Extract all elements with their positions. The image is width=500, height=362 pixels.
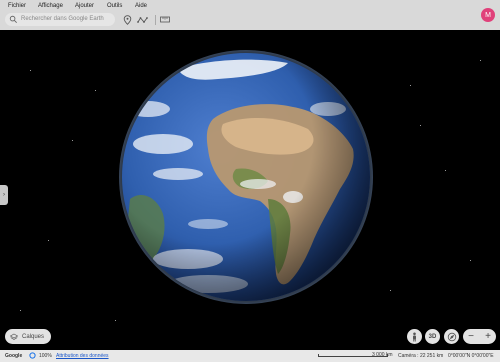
zoom-out-button[interactable]: −	[463, 329, 479, 344]
layers-icon	[10, 333, 18, 340]
scale-bar	[318, 354, 388, 357]
map-view[interactable]	[0, 30, 500, 350]
3d-toggle-button[interactable]: 3D	[425, 329, 440, 344]
google-logo: Google	[5, 353, 23, 359]
measure-button[interactable]	[159, 14, 170, 25]
layers-button[interactable]: Calques	[5, 329, 51, 344]
search-icon	[9, 15, 17, 23]
zoom-control: − +	[463, 329, 496, 344]
layers-label: Calques	[22, 333, 45, 340]
compass-button[interactable]	[444, 329, 459, 344]
zoom-percent: 100%	[39, 353, 52, 359]
toolbar: Rechercher dans Google Earth	[0, 12, 500, 30]
menu-file[interactable]: Fichier	[8, 3, 26, 9]
search-input[interactable]: Rechercher dans Google Earth	[5, 13, 115, 26]
path-icon	[137, 16, 148, 23]
earth-globe[interactable]	[118, 49, 374, 305]
account-avatar[interactable]: M	[481, 8, 495, 22]
data-attribution-link[interactable]: Attribution des données	[56, 353, 109, 359]
coordinates: 0°00'00"N 0°00'00"E	[448, 353, 494, 359]
status-bar: Google 100% Attribution des données 3 00…	[0, 350, 500, 362]
side-panel-toggle[interactable]: ›	[0, 185, 8, 205]
menu-bar: Fichier Affichage Ajouter Outils Aide	[0, 0, 500, 12]
ruler-icon	[159, 16, 170, 23]
top-bar: Fichier Affichage Ajouter Outils Aide Re…	[0, 0, 500, 30]
search-placeholder: Rechercher dans Google Earth	[21, 16, 104, 22]
path-button[interactable]	[137, 14, 148, 25]
chevron-right-icon: ›	[3, 192, 5, 198]
loading-indicator-icon	[29, 352, 36, 361]
menu-view[interactable]: Affichage	[38, 3, 63, 9]
compass-icon	[447, 332, 456, 341]
toolbar-divider	[155, 15, 156, 25]
pegman-icon	[413, 332, 416, 341]
zoom-in-button[interactable]: +	[480, 329, 496, 344]
3d-icon: 3D	[428, 333, 437, 340]
camera-altitude: Caméra : 22 251 km	[398, 353, 444, 359]
menu-tools[interactable]: Outils	[107, 3, 122, 9]
street-view-button[interactable]	[407, 329, 422, 344]
place-marker-button[interactable]	[122, 14, 133, 25]
pin-icon	[123, 14, 132, 25]
menu-add[interactable]: Ajouter	[75, 3, 94, 9]
menu-help[interactable]: Aide	[135, 3, 147, 9]
